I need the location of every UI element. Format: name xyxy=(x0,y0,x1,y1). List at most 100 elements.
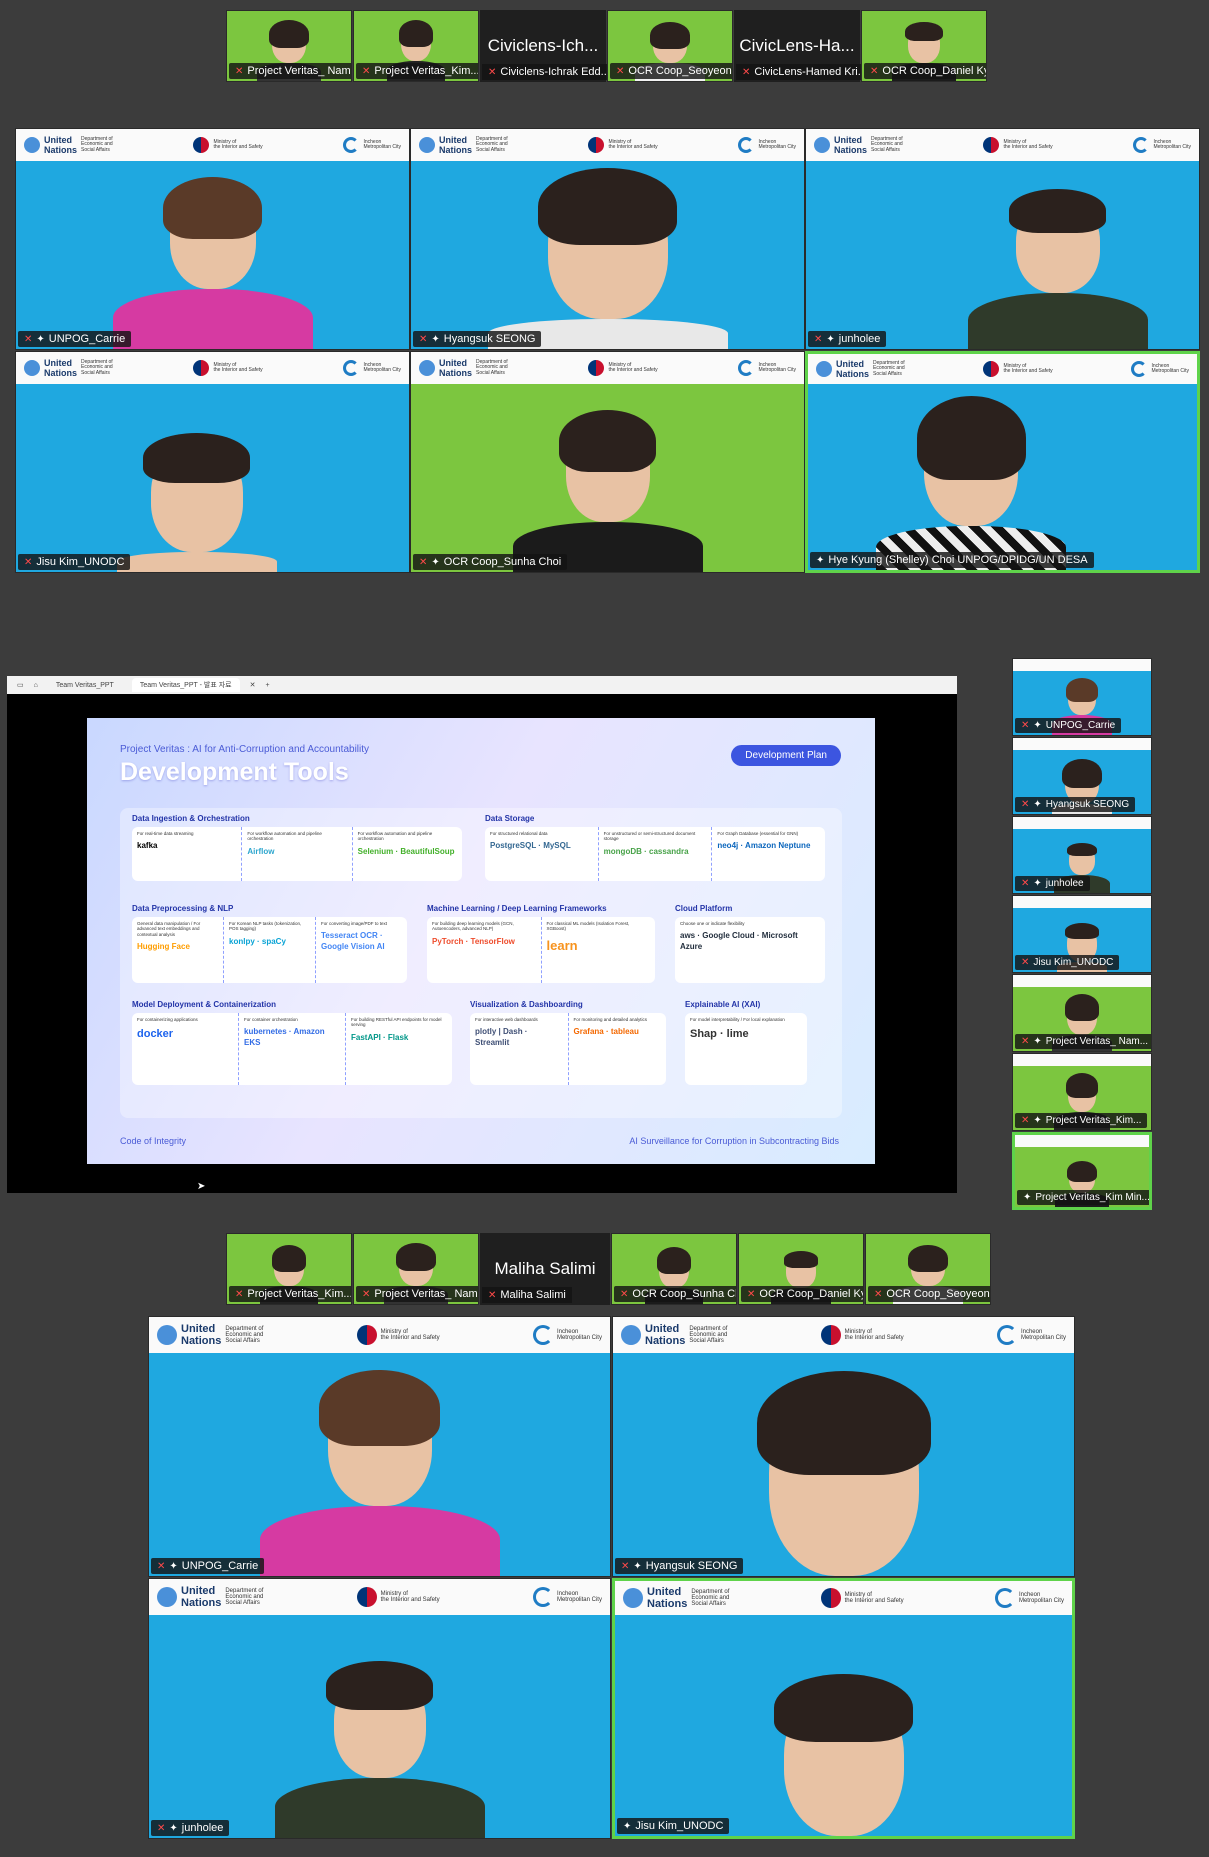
mic-muted-icon: ✕ xyxy=(488,1289,497,1301)
participant-tile[interactable]: ✕ Project Veritas_Kim... xyxy=(226,1233,352,1305)
mic-muted-icon: ✕ xyxy=(814,333,823,345)
shared-screen: ▭ ⌂ Team Veritas_PPT Team Veritas_PPT - … xyxy=(7,676,957,1193)
sponsor-banner: United Nations Department of Economic and So… xyxy=(411,352,804,384)
mouse-cursor-icon: ➤ xyxy=(197,1181,206,1192)
participant-video xyxy=(116,433,277,572)
sponsor-banner: United Nations Department of Economic and So… xyxy=(149,1579,610,1615)
participant-tile-name-only[interactable]: Civiclens-Ich... ✕ Civiclens-Ichrak Edd..… xyxy=(480,10,616,82)
mic-muted-icon: ✕ xyxy=(616,65,625,77)
mic-muted-icon: ✕ xyxy=(362,65,371,77)
participant-tile-name-only[interactable]: Maliha Salimi ✕ Maliha Salimi xyxy=(480,1233,610,1305)
mic-muted-icon: ✕ xyxy=(1021,799,1030,810)
home-icon[interactable]: ⌂ xyxy=(34,682,38,689)
participant-tile[interactable]: United Nations Department of Economic and So… xyxy=(148,1578,611,1839)
participant-tile[interactable]: ✕ Project Veritas_Kim... xyxy=(353,10,479,82)
section-visualization-dashboarding: Visualization & Dashboarding For interac… xyxy=(470,1000,666,1085)
sponsor-banner xyxy=(1013,1054,1151,1066)
participant-tile[interactable]: ✕ OCR Coop_Seoyeon... xyxy=(607,10,733,82)
sponsor-banner xyxy=(1013,659,1151,671)
pin-icon: ✦ xyxy=(36,333,45,345)
incheon-logo: Incheon Metropolitan City xyxy=(738,137,796,153)
sponsor-banner: United Nations Department of Economic and So… xyxy=(149,1317,610,1353)
close-tab-icon[interactable]: ✕ xyxy=(250,681,256,689)
browser-tab[interactable]: Team Veritas_PPT xyxy=(48,680,122,691)
mic-muted-icon: ✕ xyxy=(362,1288,371,1300)
mic-muted-icon: ✕ xyxy=(1021,878,1030,889)
un-desa-logo: United Nations Department of Economic and So… xyxy=(814,135,903,155)
pin-icon: ✦ xyxy=(1033,1115,1042,1126)
un-desa-logo: United Nations Department of Economic and So… xyxy=(621,1323,727,1347)
pin-icon: ✦ xyxy=(1033,799,1042,810)
un-desa-logo: United Nations Department of Economic and So… xyxy=(419,135,508,155)
mic-muted-icon: ✕ xyxy=(742,66,751,78)
mic-muted-icon: ✕ xyxy=(747,1288,756,1300)
un-desa-logo: United Nations Department of Economic and So… xyxy=(623,1586,729,1610)
participant-tile[interactable]: ✕ Project Veritas_ Nam... xyxy=(353,1233,479,1305)
participant-tile[interactable]: ✕ OCR Coop_Seoyeon... xyxy=(865,1233,991,1305)
sponsor-banner xyxy=(1013,817,1151,829)
participant-tile[interactable]: United Nations Department of Economic and So… xyxy=(15,351,410,573)
mois-logo: Ministry of the Interior and Safety xyxy=(588,360,658,376)
participant-name: Civiclens-Ichrak Edd... xyxy=(500,66,610,78)
participant-tile-name-only[interactable]: CivicLens-Ha... ✕ CivicLens-Hamed Kri... xyxy=(734,10,873,82)
mic-muted-icon: ✕ xyxy=(24,556,33,568)
window-icon: ▭ xyxy=(17,682,24,689)
pin-icon: ✦ xyxy=(633,1560,642,1572)
participant-tile[interactable]: United Nations Department of Economic and So… xyxy=(15,128,410,350)
sponsor-banner: United Nations Department of Economic and So… xyxy=(808,354,1197,384)
participant-tile[interactable]: ✕ ✦ Project Veritas_Kim... xyxy=(1012,1053,1152,1131)
participant-video xyxy=(112,176,313,349)
participant-name: Hyangsuk SEONG xyxy=(1045,799,1130,810)
development-plan-badge: Development Plan xyxy=(731,745,841,766)
mic-muted-icon: ✕ xyxy=(874,1288,883,1300)
participant-tile[interactable]: ✕ Jisu Kim_UNODC xyxy=(1012,895,1152,973)
participant-tile[interactable]: United Nations Department of Economic and So… xyxy=(612,1316,1075,1577)
participant-name: Project Veritas_ Nam... xyxy=(1045,1036,1149,1047)
mic-muted-icon: ✕ xyxy=(1021,957,1030,968)
participant-name: Project Veritas_Kim... xyxy=(247,1288,352,1300)
presentation-slide: Project Veritas : AI for Anti-Corruption… xyxy=(87,718,875,1164)
pin-icon: ✦ xyxy=(1033,1036,1042,1047)
participant-name: Project Veritas_ Nam... xyxy=(374,1288,479,1300)
participant-tile[interactable]: United Nations Department of Economic and So… xyxy=(148,1316,611,1577)
sponsor-banner: United Nations Department of Economic and So… xyxy=(613,1317,1074,1353)
incheon-logo: Incheon Metropolitan City xyxy=(1133,137,1191,153)
participant-name: UNPOG_Carrie xyxy=(181,1560,259,1572)
participant-name: junholee xyxy=(1045,878,1084,889)
section-preprocessing-nlp: Data Preprocessing & NLP General data ma… xyxy=(132,904,407,983)
participant-tile[interactable]: ✕ ✦ UNPOG_Carrie xyxy=(1012,658,1152,736)
sponsor-banner xyxy=(1013,896,1151,908)
mic-muted-icon: ✕ xyxy=(419,333,428,345)
incheon-logo: Incheon Metropolitan City xyxy=(532,1587,602,1607)
participant-tile[interactable]: United Nations Department of Economic and So… xyxy=(410,351,805,573)
participant-tile[interactable]: United Nations Department of Economic and So… xyxy=(805,128,1200,350)
browser-tab-active[interactable]: Team Veritas_PPT - 발표 자료 xyxy=(131,678,240,692)
un-desa-logo: United Nations Department of Economic and So… xyxy=(419,358,508,378)
participant-tile[interactable]: ✕ OCR Coop_Daniel Ky... xyxy=(861,10,987,82)
new-tab-icon[interactable]: + xyxy=(265,682,269,689)
participant-name: OCR Coop_Sunha Choi xyxy=(632,1288,736,1300)
mic-muted-icon: ✕ xyxy=(620,1288,629,1300)
section-deployment-containerization: Model Deployment & Containerization For … xyxy=(132,1000,452,1085)
participant-tile[interactable]: ✕ ✦ Project Veritas_ Nam... xyxy=(1012,974,1152,1052)
participant-tile[interactable]: United Nations Department of Economic and So… xyxy=(410,128,805,350)
mois-logo: Ministry of the Interior and Safety xyxy=(193,137,263,153)
participant-name: Jisu Kim_UNODC xyxy=(1033,957,1114,968)
participant-tile[interactable]: ✕ OCR Coop_Daniel Ky... xyxy=(738,1233,864,1305)
participant-tile-active-speaker[interactable]: United Nations Department of Economic and So… xyxy=(612,1578,1075,1839)
sponsor-banner xyxy=(1015,1135,1149,1147)
incheon-logo: Incheon Metropolitan City xyxy=(994,1588,1064,1608)
mic-muted-icon: ✕ xyxy=(621,1560,630,1572)
participant-tile[interactable]: ✕ Project Veritas_ Nam... xyxy=(226,10,352,82)
un-desa-logo: United Nations Department of Economic and So… xyxy=(24,135,113,155)
participant-tile[interactable]: ✕ ✦ Hyangsuk SEONG xyxy=(1012,737,1152,815)
mic-muted-icon: ✕ xyxy=(1021,1036,1030,1047)
participant-tile[interactable]: ✕OCR Coop_Sunha Choi xyxy=(611,1233,737,1305)
incheon-logo: Incheon Metropolitan City xyxy=(1131,361,1189,377)
participant-tile-active-speaker[interactable]: ✦ Project Veritas_Kim Min... xyxy=(1012,1132,1152,1210)
participant-name: Hye Kyung (Shelley) Choi UNPOG/DPIDG/UN … xyxy=(828,554,1088,566)
participant-tile-active-speaker[interactable]: United Nations Department of Economic and So… xyxy=(805,351,1200,573)
participant-tile[interactable]: ✕ ✦ junholee xyxy=(1012,816,1152,894)
pin-icon: ✦ xyxy=(816,554,825,566)
participant-name: junholee xyxy=(181,1822,224,1834)
